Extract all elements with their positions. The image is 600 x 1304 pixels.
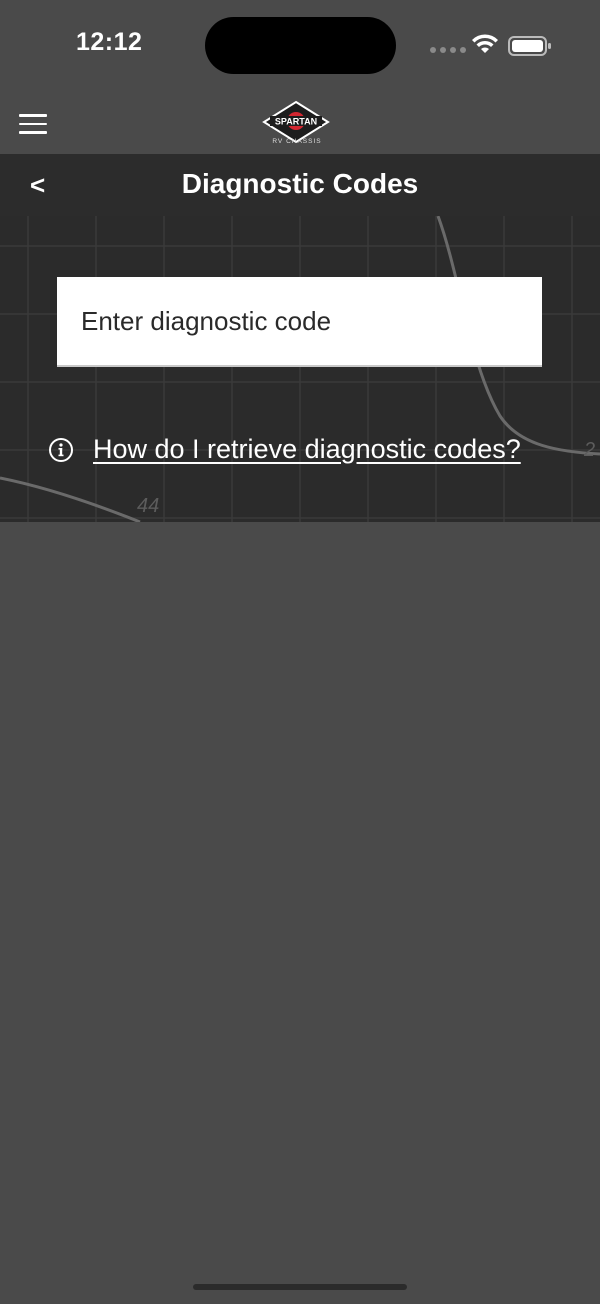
- page-title: Diagnostic Codes: [181, 168, 419, 199]
- status-time: 12:12: [76, 28, 143, 56]
- hamburger-line: [19, 114, 47, 117]
- logo-text: SPARTAN: [275, 117, 317, 127]
- retrieve-codes-help-link[interactable]: How do I retrieve diagnostic codes?: [93, 434, 521, 465]
- app-top-bar: SPARTAN RV CHASSIS: [0, 92, 600, 154]
- logo-subtext: RV CHASSIS: [272, 138, 322, 145]
- page-header: < Diagnostic Codes: [0, 154, 600, 216]
- menu-button[interactable]: [19, 114, 49, 136]
- cellular-signal-icon: [430, 47, 466, 53]
- wifi-icon: [472, 34, 498, 53]
- status-bar: 12:12: [0, 0, 600, 92]
- help-row[interactable]: How do I retrieve diagnostic codes?: [48, 434, 521, 465]
- diagnostic-code-input[interactable]: [57, 277, 542, 367]
- dynamic-island: [205, 17, 396, 74]
- hamburger-line: [19, 131, 47, 134]
- gauge-label-right: 2: [583, 439, 595, 461]
- home-indicator: [193, 1284, 407, 1290]
- battery-icon: [508, 36, 551, 56]
- diagnostic-code-panel: 44 2 How do I retrieve diagnostic codes?: [0, 216, 600, 522]
- gauge-background-graphic: 44 2: [0, 216, 600, 522]
- gauge-label-left: 44: [137, 495, 159, 517]
- info-icon: [49, 437, 73, 462]
- hamburger-line: [19, 122, 47, 125]
